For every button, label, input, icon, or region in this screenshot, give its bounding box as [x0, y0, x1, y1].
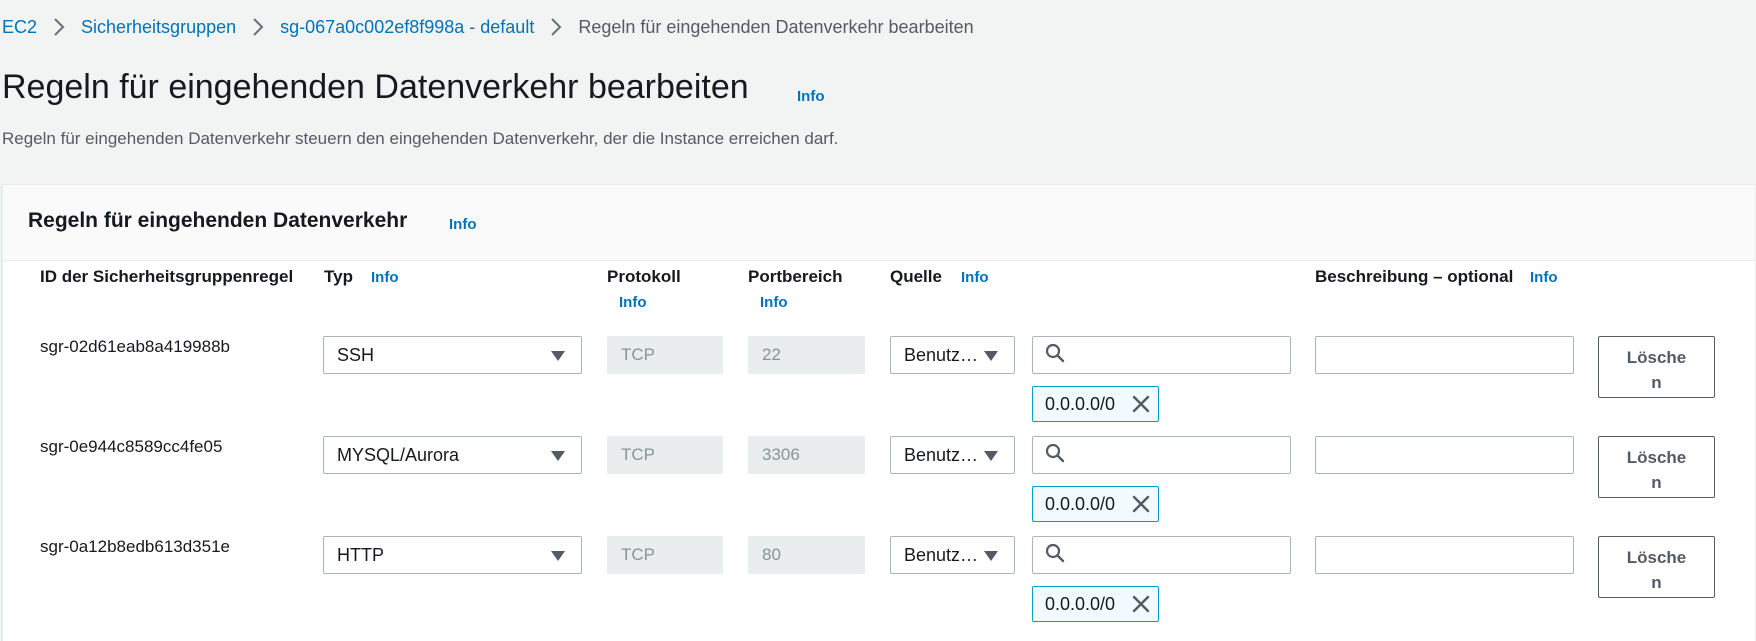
rule-id: sgr-0e944c8589cc4fe05: [40, 437, 223, 456]
caret-down-icon: [551, 351, 565, 361]
page-description: Regeln für eingehenden Datenverkehr steu…: [2, 129, 839, 148]
column-header-protocol: Protokoll: [607, 267, 681, 286]
source-token-label: 0.0.0.0/0: [1045, 493, 1116, 514]
search-icon: [1045, 443, 1065, 468]
caret-down-icon: [984, 551, 998, 561]
type-select-value: SSH: [337, 344, 375, 365]
type-select[interactable]: MYSQL/Aurora: [323, 436, 582, 474]
close-icon[interactable]: [1132, 595, 1150, 613]
port-range-field: 22: [748, 336, 865, 374]
delete-button-label: Lösche n: [1626, 547, 1687, 592]
type-select[interactable]: HTTP: [323, 536, 582, 574]
source-type-value: Benutz…: [904, 344, 979, 365]
description-input[interactable]: [1315, 536, 1574, 574]
source-type-value: Benutz…: [904, 444, 979, 465]
breadcrumb-ec2[interactable]: EC2: [2, 17, 37, 38]
chevron-right-icon: [37, 18, 81, 36]
delete-rule-button[interactable]: Lösche n: [1598, 536, 1715, 598]
description-info-link[interactable]: Info: [1530, 269, 1558, 286]
protocol-field: TCP: [607, 436, 723, 474]
source-token-label: 0.0.0.0/0: [1045, 393, 1116, 414]
caret-down-icon: [551, 551, 565, 561]
caret-down-icon: [984, 451, 998, 461]
close-icon[interactable]: [1132, 495, 1150, 513]
source-type-select[interactable]: Benutz…: [890, 436, 1015, 474]
breadcrumb-security-groups[interactable]: Sicherheitsgruppen: [81, 17, 236, 38]
column-header-description: Beschreibung – optional: [1315, 267, 1514, 286]
delete-button-label: Lösche n: [1626, 347, 1687, 392]
breadcrumb: EC2 Sicherheitsgruppen sg-067a0c002ef8f9…: [2, 14, 974, 40]
search-icon: [1045, 543, 1065, 568]
source-search-input[interactable]: [1032, 336, 1291, 374]
delete-rule-button[interactable]: Lösche n: [1598, 436, 1715, 498]
chevron-right-icon: [534, 18, 578, 36]
protocol-field: TCP: [607, 336, 723, 374]
rule-id: sgr-0a12b8edb613d351e: [40, 537, 231, 556]
column-header-type: Typ: [324, 267, 353, 286]
page-title: Regeln für eingehenden Datenverkehr bear…: [2, 68, 749, 106]
chevron-right-icon: [236, 18, 280, 36]
source-token: 0.0.0.0/0: [1032, 486, 1159, 522]
type-select-value: MYSQL/Aurora: [337, 444, 460, 465]
source-type-value: Benutz…: [904, 544, 979, 565]
delete-rule-button[interactable]: Lösche n: [1598, 336, 1715, 398]
panel-info-link[interactable]: Info: [449, 216, 477, 233]
description-input[interactable]: [1315, 436, 1574, 474]
source-search-input[interactable]: [1032, 436, 1291, 474]
description-input[interactable]: [1315, 336, 1574, 374]
breadcrumb-security-group[interactable]: sg-067a0c002ef8f998a - default: [280, 17, 534, 38]
source-type-select[interactable]: Benutz…: [890, 536, 1015, 574]
rule-id: sgr-02d61eab8a419988b: [40, 337, 231, 356]
source-type-select[interactable]: Benutz…: [890, 336, 1015, 374]
page-info-link[interactable]: Info: [797, 88, 825, 105]
port-range-field: 3306: [748, 436, 865, 474]
inbound-rules-panel: Regeln für eingehenden Datenverkehr Info…: [2, 184, 1756, 641]
close-icon[interactable]: [1132, 395, 1150, 413]
type-select-value: HTTP: [337, 544, 384, 565]
search-icon: [1045, 343, 1065, 368]
column-header-rule-id: ID der Sicherheitsgruppenregel: [40, 267, 294, 286]
delete-button-label: Lösche n: [1626, 447, 1687, 492]
column-header-port-range: Portbereich: [748, 267, 843, 286]
source-info-link[interactable]: Info: [961, 269, 989, 286]
panel-title: Regeln für eingehenden Datenverkehr: [28, 209, 408, 232]
protocol-field: TCP: [607, 536, 723, 574]
breadcrumb-current: Regeln für eingehenden Datenverkehr bear…: [578, 16, 974, 37]
port-range-field: 80: [748, 536, 865, 574]
caret-down-icon: [551, 451, 565, 461]
source-token-label: 0.0.0.0/0: [1045, 593, 1116, 614]
protocol-info-link[interactable]: Info: [619, 294, 647, 311]
type-select[interactable]: SSH: [323, 336, 582, 374]
source-token: 0.0.0.0/0: [1032, 586, 1159, 622]
type-info-link[interactable]: Info: [371, 269, 399, 286]
column-header-source: Quelle: [890, 267, 942, 286]
caret-down-icon: [984, 351, 998, 361]
panel-header: Regeln für eingehenden Datenverkehr Info: [3, 185, 1755, 261]
source-search-input[interactable]: [1032, 536, 1291, 574]
port-info-link[interactable]: Info: [760, 294, 788, 311]
source-token: 0.0.0.0/0: [1032, 386, 1159, 422]
